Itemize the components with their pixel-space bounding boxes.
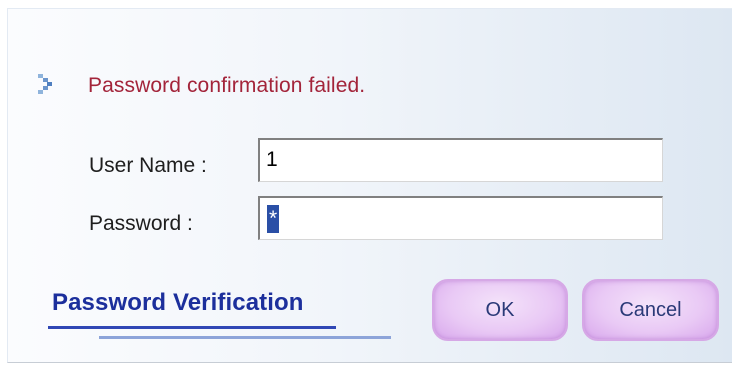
ok-button[interactable]: OK [432, 279, 568, 341]
cancel-button[interactable]: Cancel [582, 279, 719, 341]
error-message: Password confirmation failed. [88, 74, 366, 97]
username-field[interactable]: 1 [258, 138, 663, 182]
brand-title: Password Verification [52, 289, 304, 316]
password-dialog: Password confirmation failed. User Name … [7, 8, 732, 363]
username-value: 1 [266, 148, 278, 171]
username-label: User Name : [89, 154, 207, 177]
password-field[interactable]: * [258, 196, 663, 240]
bullet-arrow-icon [38, 74, 52, 94]
brand-underline [48, 326, 336, 329]
password-value-selected: * [267, 205, 280, 233]
password-label: Password : [89, 212, 193, 235]
brand-underline-secondary [99, 336, 391, 339]
